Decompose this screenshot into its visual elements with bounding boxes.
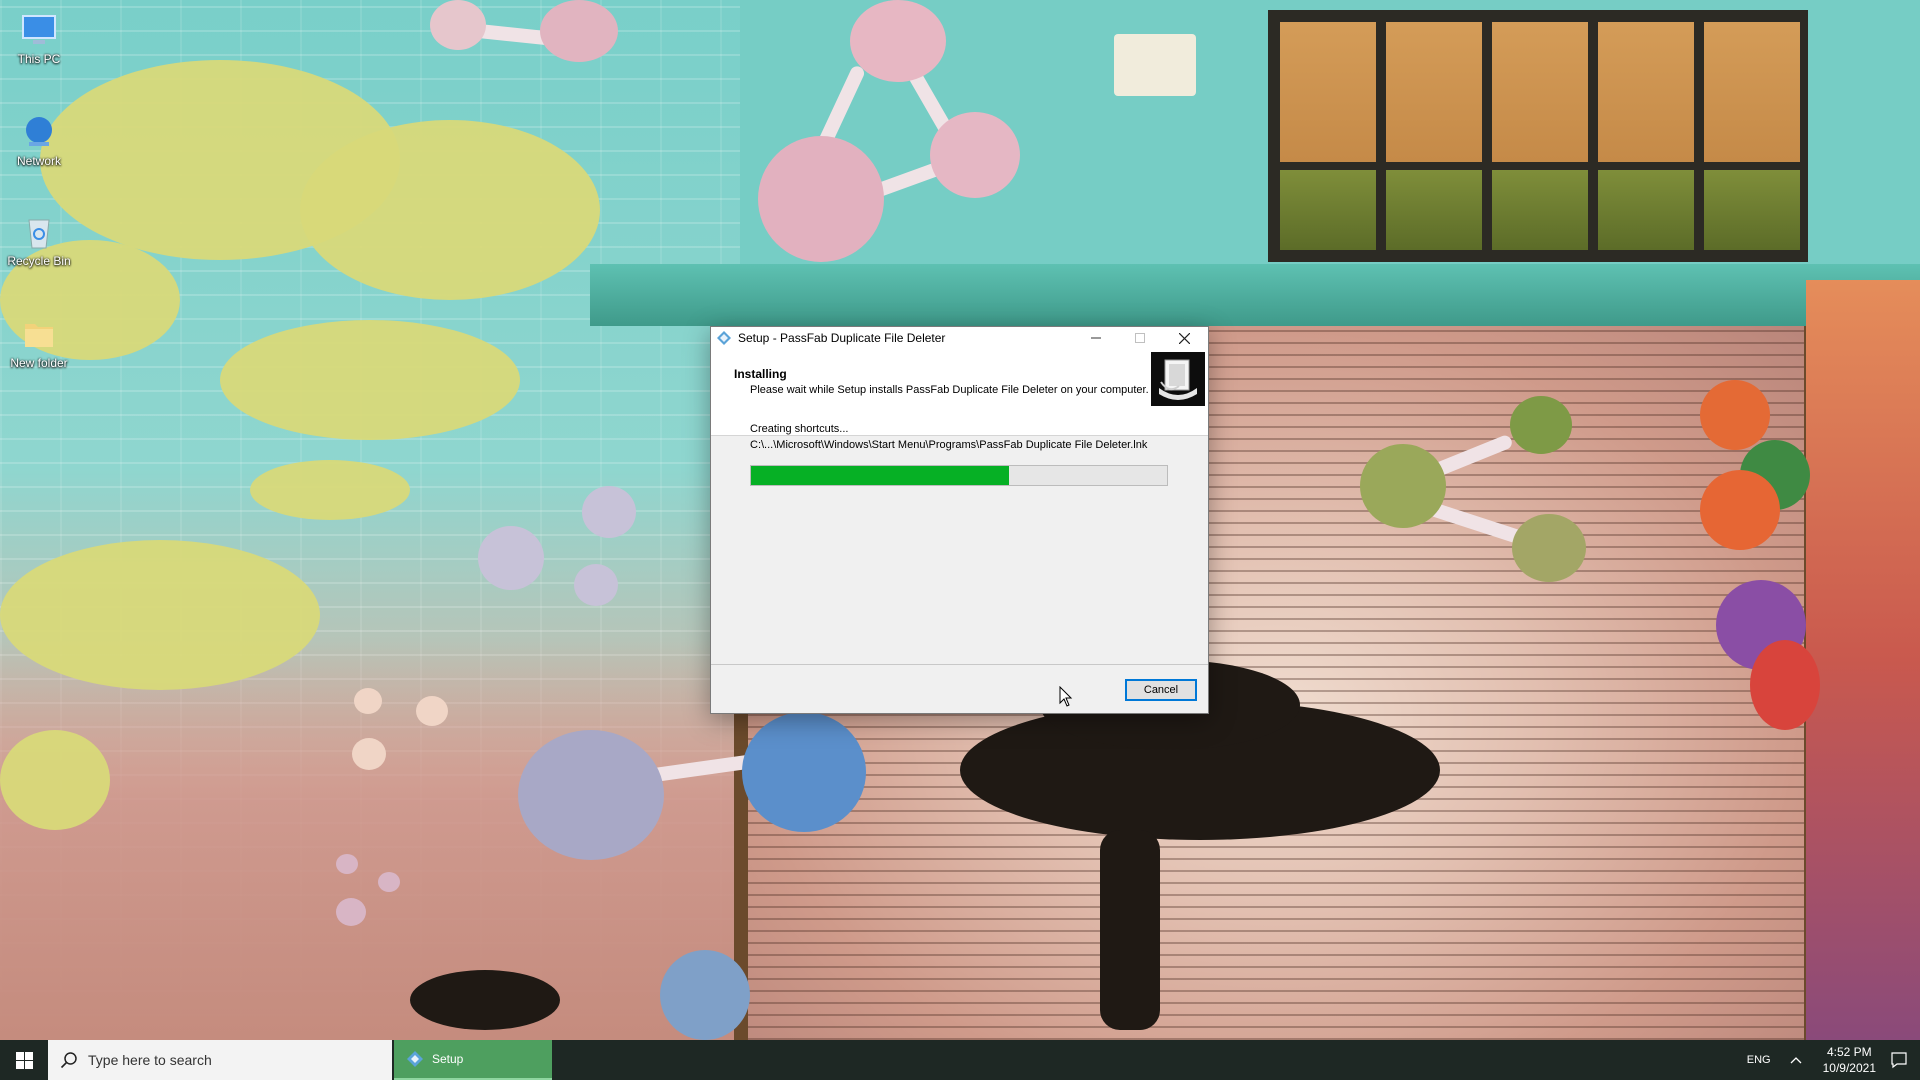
- setup-dialog: Setup - PassFab Duplicate File Deleter I…: [710, 326, 1209, 714]
- desktop-icon-label: New folder: [10, 356, 68, 370]
- tree-foliage: [0, 540, 320, 690]
- molecule-atom: [540, 0, 618, 62]
- window-pane: [1280, 22, 1376, 162]
- green-ledge: [590, 264, 1920, 326]
- close-icon: [1178, 332, 1190, 344]
- cancel-button[interactable]: Cancel: [1125, 679, 1197, 701]
- taskbar-clock[interactable]: 4:52 PM 10/9/2021: [1823, 1044, 1876, 1076]
- balloon: [1750, 640, 1820, 730]
- molecule-atom: [1510, 396, 1572, 454]
- molecule-atom: [336, 854, 358, 874]
- mouse-cursor-icon: [1059, 686, 1073, 707]
- desktop-icon-new-folder[interactable]: New folder: [4, 314, 74, 370]
- clock-date: 10/9/2021: [1822, 1061, 1876, 1075]
- install-progress-bar: [750, 465, 1168, 486]
- status-text: Creating shortcuts...: [750, 423, 849, 435]
- desktop-icon-label: Recycle Bin: [7, 254, 71, 268]
- molecule-atom: [758, 136, 884, 262]
- network-icon: [19, 112, 59, 152]
- setup-app-icon: [407, 1051, 423, 1067]
- footer-divider: [711, 664, 1208, 665]
- search-icon: [60, 1052, 77, 1069]
- maximize-icon: [1135, 333, 1145, 343]
- molecule-atom: [742, 712, 866, 832]
- molecule-atom: [336, 898, 366, 926]
- start-button[interactable]: [0, 1040, 48, 1080]
- wall-lamp: [1114, 34, 1196, 96]
- right-mural: [1806, 280, 1920, 1040]
- balloon: [1700, 380, 1770, 450]
- window-moss: [1704, 170, 1800, 250]
- molecule-atom: [660, 950, 750, 1040]
- recycle-bin-icon: [19, 212, 59, 252]
- dialog-title: Setup - PassFab Duplicate File Deleter: [738, 331, 946, 345]
- desktop-icon-this-pc[interactable]: This PC: [4, 10, 74, 66]
- building-window: [1268, 10, 1808, 262]
- this-pc-icon: [19, 10, 59, 50]
- tree-foliage: [300, 120, 600, 300]
- progress-fill: [751, 466, 1009, 485]
- folder-icon: [19, 314, 59, 354]
- taskbar-search-input[interactable]: Type here to search: [48, 1040, 392, 1080]
- window-moss: [1598, 170, 1694, 250]
- tree-foliage: [0, 730, 110, 830]
- minimize-icon: [1091, 337, 1101, 339]
- desktop-icon-label: This PC: [17, 52, 61, 66]
- window-pane: [1492, 22, 1588, 162]
- window-moss: [1492, 170, 1588, 250]
- maximize-button: [1118, 327, 1162, 349]
- taskbar: Type here to search Setup ENG 4:52 PM 10…: [0, 1040, 1920, 1080]
- desktop-icon-recycle-bin[interactable]: Recycle Bin: [4, 212, 74, 268]
- molecule-atom: [582, 486, 636, 538]
- molecule-atom: [352, 738, 386, 770]
- notification-center-icon[interactable]: [1890, 1051, 1908, 1069]
- molecule-atom: [430, 0, 486, 50]
- molecule-atom: [378, 872, 400, 892]
- chevron-up-icon[interactable]: [1789, 1053, 1803, 1067]
- molecule-atom: [1512, 514, 1586, 582]
- windows-logo-icon: [15, 1051, 33, 1069]
- taskbar-item-label: Setup: [432, 1052, 464, 1066]
- search-placeholder: Type here to search: [88, 1052, 212, 1068]
- clock-time: 4:52 PM: [1826, 1045, 1872, 1059]
- tree-trunk: [1100, 830, 1160, 1030]
- current-file-path: C:\...\Microsoft\Windows\Start Menu\Prog…: [750, 439, 1148, 451]
- window-moss: [1386, 170, 1482, 250]
- desktop-icon-label: Network: [16, 154, 61, 168]
- minimize-button[interactable]: [1074, 327, 1118, 349]
- installer-logo-icon: [1151, 352, 1205, 406]
- window-pane: [1598, 22, 1694, 162]
- molecule-atom: [416, 696, 448, 726]
- tree-foliage: [250, 460, 410, 520]
- molecule-atom: [1360, 444, 1446, 528]
- tree-foliage: [220, 320, 520, 440]
- molecule-atom: [574, 564, 618, 606]
- molecule-atom: [850, 0, 946, 82]
- window-moss: [1280, 170, 1376, 250]
- small-tree-silhouette: [410, 970, 560, 1030]
- desktop-icon-network[interactable]: Network: [4, 112, 74, 168]
- page-subtitle: Please wait while Setup installs PassFab…: [750, 384, 1149, 396]
- system-tray: ENG 4:52 PM 10/9/2021: [1747, 1040, 1920, 1080]
- input-language-indicator[interactable]: ENG: [1747, 1054, 1771, 1066]
- balloon: [1700, 470, 1780, 550]
- molecule-atom: [930, 112, 1020, 198]
- window-pane: [1386, 22, 1482, 162]
- molecule-atom: [354, 688, 382, 714]
- taskbar-item-setup[interactable]: Setup: [394, 1040, 552, 1080]
- molecule-atom: [478, 526, 544, 590]
- close-button[interactable]: [1162, 327, 1206, 349]
- page-title: Installing: [734, 367, 787, 381]
- window-pane: [1704, 22, 1800, 162]
- setup-app-icon: [717, 331, 731, 345]
- molecule-atom: [518, 730, 664, 860]
- dialog-titlebar[interactable]: Setup - PassFab Duplicate File Deleter: [711, 327, 1208, 349]
